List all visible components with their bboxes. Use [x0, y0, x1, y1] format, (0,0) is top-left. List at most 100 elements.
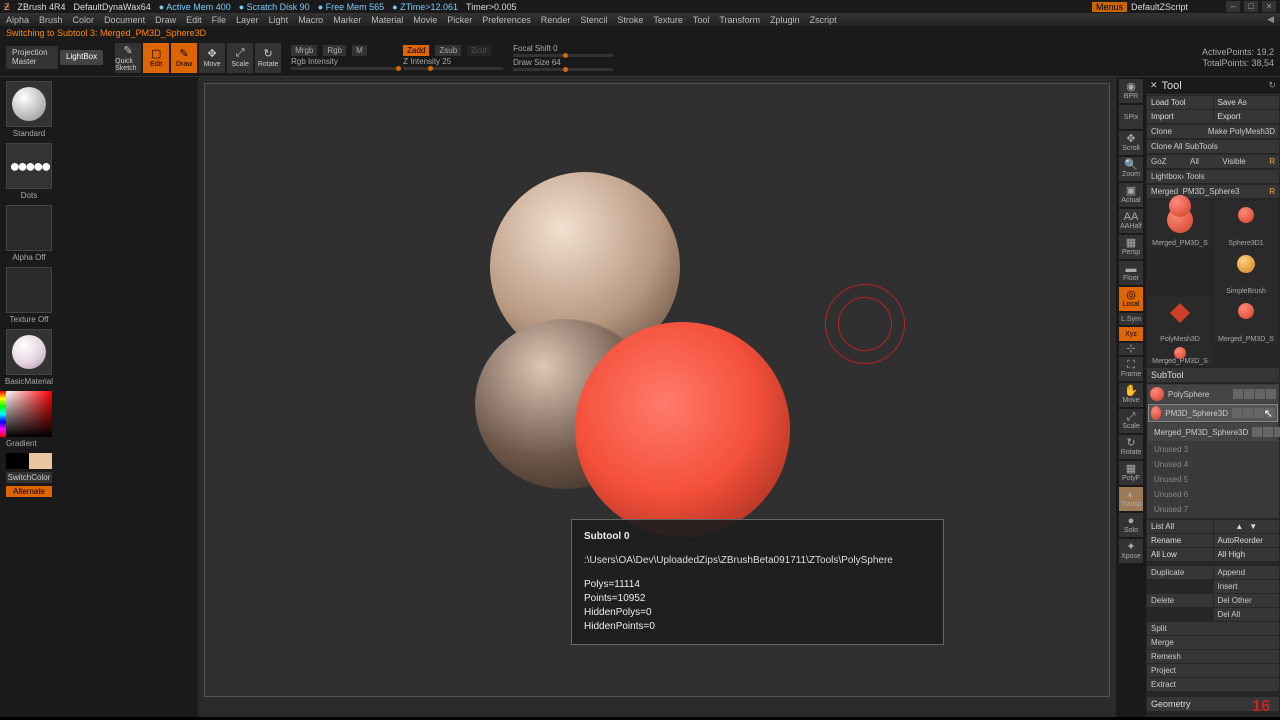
thumb-simplebrush[interactable]: SimpleBrush: [1214, 249, 1278, 295]
load-tool-button[interactable]: Load Tool: [1147, 96, 1213, 109]
menu-preferences[interactable]: Preferences: [482, 15, 531, 25]
export-button[interactable]: Export: [1214, 110, 1280, 123]
insert-button[interactable]: Insert: [1214, 580, 1280, 593]
delete-button[interactable]: Delete: [1147, 594, 1213, 607]
zcut-button[interactable]: Zcut: [467, 45, 491, 56]
menu-picker[interactable]: Picker: [447, 15, 472, 25]
menu-file[interactable]: File: [212, 15, 227, 25]
scale-button[interactable]: ⤢Scale: [227, 43, 253, 73]
tool-close-icon[interactable]: ✕: [1150, 80, 1158, 91]
rgb-intensity-slider[interactable]: [291, 67, 401, 70]
menus-button[interactable]: Menus: [1092, 2, 1127, 12]
frame-button[interactable]: ⛶Frame: [1119, 357, 1143, 381]
all-low-button[interactable]: All Low: [1147, 548, 1213, 561]
bpr-button[interactable]: ◉BPR: [1119, 79, 1143, 103]
extract-button[interactable]: Extract: [1147, 678, 1279, 691]
menu-zscript[interactable]: Zscript: [810, 15, 837, 25]
floor-button[interactable]: ▬Floor: [1119, 261, 1143, 285]
spix-button[interactable]: SPix: [1119, 105, 1143, 129]
lightbox-tools-button[interactable]: Lightbox› Tools: [1151, 172, 1205, 181]
goz-r-button[interactable]: R: [1269, 157, 1275, 166]
local-button[interactable]: ◎Local: [1119, 287, 1143, 311]
menu-movie[interactable]: Movie: [413, 15, 437, 25]
move-button[interactable]: ✥Move: [199, 43, 225, 73]
color-picker[interactable]: [6, 391, 52, 437]
mrgb-button[interactable]: Mrgb: [291, 45, 317, 56]
zintensity-slider[interactable]: [403, 67, 503, 70]
alternate-button[interactable]: Alternate: [6, 486, 52, 497]
brush-swatch[interactable]: [6, 81, 52, 127]
split-button[interactable]: Split: [1147, 622, 1279, 635]
menu-material[interactable]: Material: [371, 15, 403, 25]
merge-button[interactable]: Merge: [1147, 636, 1279, 649]
nav-rotate-button[interactable]: ↻Rotate: [1119, 435, 1143, 459]
scroll-button[interactable]: ✥Scroll: [1119, 131, 1143, 155]
close-button[interactable]: ×: [1262, 1, 1276, 12]
aahalf-button[interactable]: AAAAHalf: [1119, 209, 1143, 233]
polyf-button[interactable]: ▦PolyF: [1119, 461, 1143, 485]
alpha-swatch[interactable]: [6, 205, 52, 251]
thumb-merged2[interactable]: Merged_PM3D_S: [1214, 297, 1278, 343]
menu-light[interactable]: Light: [269, 15, 289, 25]
thumb-merged3[interactable]: Merged_PM3D_S: [1148, 345, 1212, 365]
rotate-button[interactable]: ↻Rotate: [255, 43, 281, 73]
nav-move-button[interactable]: ✋Move: [1119, 383, 1143, 407]
menu-tool[interactable]: Tool: [693, 15, 710, 25]
menu-edit[interactable]: Edit: [186, 15, 202, 25]
menu-transform[interactable]: Transform: [719, 15, 760, 25]
subtool-row-1[interactable]: PM3D_Sphere3D↖: [1148, 404, 1278, 422]
nav-scale-button[interactable]: ⤢Scale: [1119, 409, 1143, 433]
xpose-button[interactable]: ✦Xpose: [1119, 539, 1143, 563]
menu-layer[interactable]: Layer: [236, 15, 259, 25]
append-button[interactable]: Append: [1214, 566, 1280, 579]
menu-stencil[interactable]: Stencil: [580, 15, 607, 25]
menu-marker[interactable]: Marker: [333, 15, 361, 25]
del-all-button[interactable]: Del All: [1214, 608, 1280, 621]
reorder-arrows[interactable]: ▲▼: [1214, 520, 1280, 533]
zadd-button[interactable]: Zadd: [403, 45, 429, 56]
autoreorder-button[interactable]: AutoReorder: [1214, 534, 1280, 547]
switchcolor-button[interactable]: SwitchColor: [6, 472, 52, 483]
rgb-button[interactable]: Rgb: [323, 45, 346, 56]
maximize-button[interactable]: □: [1244, 1, 1258, 12]
viewport[interactable]: Subtool 0 :\Users\OA\Dev\UploadedZips\ZB…: [204, 83, 1110, 697]
tool-reset-icon[interactable]: ↻: [1268, 80, 1276, 91]
axis-button[interactable]: ⊹: [1119, 343, 1143, 355]
subtool-row-0[interactable]: PolySphere: [1148, 385, 1278, 403]
goz-all-button[interactable]: All: [1190, 157, 1199, 166]
make-polymesh-button[interactable]: Make PolyMesh3D: [1208, 127, 1275, 136]
thumb-merged[interactable]: Merged_PM3D_S: [1148, 201, 1212, 247]
remesh-button[interactable]: Remesh: [1147, 650, 1279, 663]
m-button[interactable]: M: [352, 45, 367, 56]
goz-visible-button[interactable]: Visible: [1222, 157, 1245, 166]
menu-render[interactable]: Render: [541, 15, 571, 25]
del-other-button[interactable]: Del Other: [1214, 594, 1280, 607]
menu-alpha[interactable]: Alpha: [6, 15, 29, 25]
zoom-button[interactable]: 🔍Zoom: [1119, 157, 1143, 181]
duplicate-button[interactable]: Duplicate: [1147, 566, 1213, 579]
clone-all-button[interactable]: Clone All SubTools: [1151, 142, 1218, 151]
xyz-button[interactable]: Xyz: [1119, 327, 1143, 341]
minimize-button[interactable]: –: [1226, 1, 1240, 12]
menu-macro[interactable]: Macro: [298, 15, 323, 25]
tray-toggle-icon[interactable]: ◀: [1267, 14, 1274, 25]
lsym-button[interactable]: L.Sym: [1119, 313, 1143, 325]
draw-button[interactable]: ✎Draw: [171, 43, 197, 73]
rename-button[interactable]: Rename: [1147, 534, 1213, 547]
transp-button[interactable]: ◐Transp: [1119, 487, 1143, 511]
menu-brush[interactable]: Brush: [39, 15, 63, 25]
stroke-swatch[interactable]: ●●●●●: [6, 143, 52, 189]
import-button[interactable]: Import: [1147, 110, 1213, 123]
menu-color[interactable]: Color: [73, 15, 95, 25]
subtool-row-2[interactable]: Merged_PM3D_Sphere3D: [1148, 423, 1278, 441]
focal-shift-slider[interactable]: [513, 54, 613, 57]
actual-button[interactable]: ▣Actual: [1119, 183, 1143, 207]
hue-strip[interactable]: [0, 391, 6, 437]
thumb-polymesh[interactable]: PolyMesh3D: [1148, 297, 1212, 343]
menu-document[interactable]: Document: [104, 15, 145, 25]
save-as-button[interactable]: Save As: [1214, 96, 1280, 109]
clone-button[interactable]: Clone: [1151, 127, 1172, 136]
menu-zplugin[interactable]: Zplugin: [770, 15, 800, 25]
menu-stroke[interactable]: Stroke: [617, 15, 643, 25]
solo-button[interactable]: ●Solo: [1119, 513, 1143, 537]
